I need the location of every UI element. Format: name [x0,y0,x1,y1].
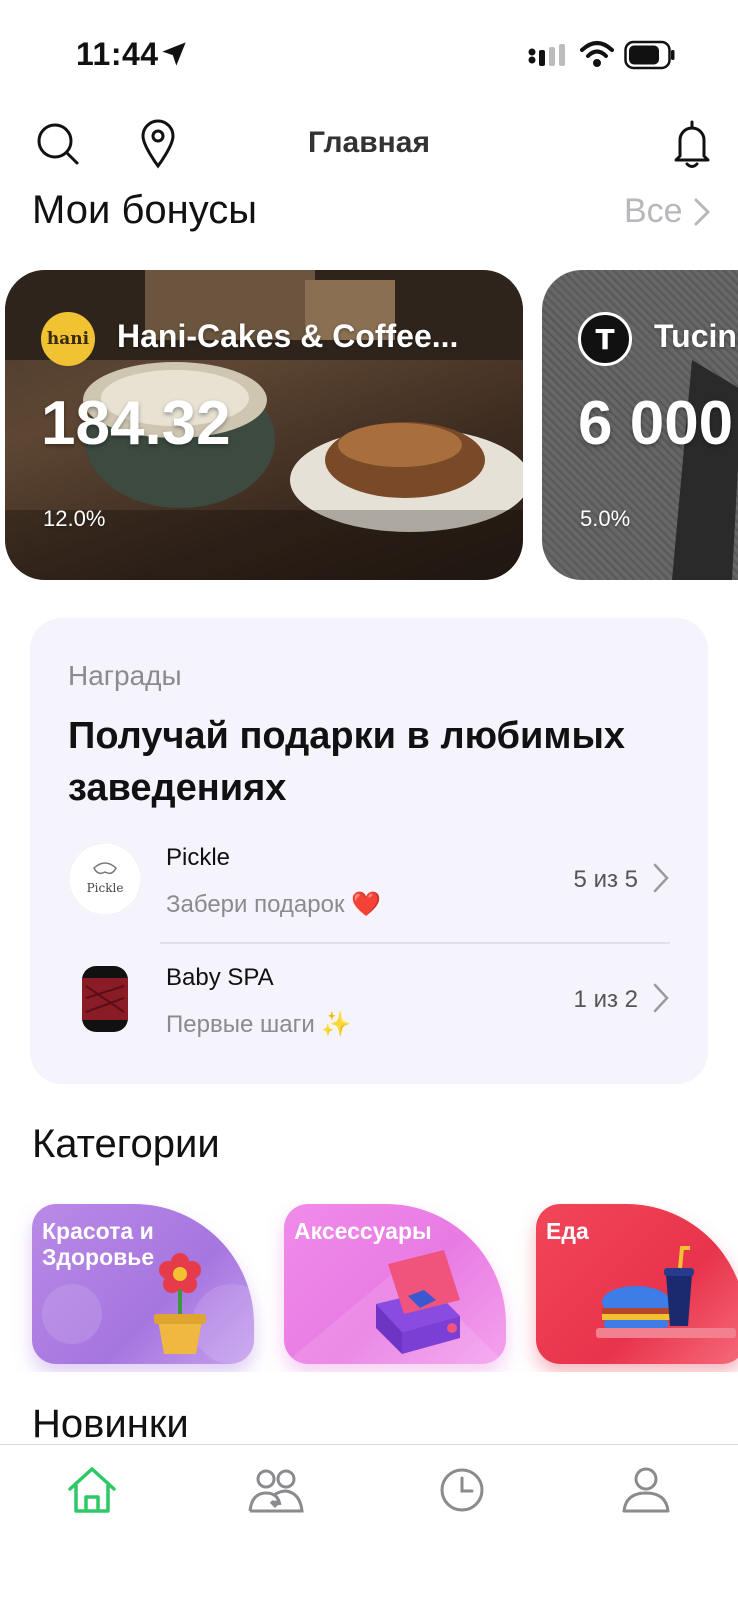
status-bar: 11:44 [0,0,738,100]
bonus-card-name: Hani-Cakes & Coffee... [117,318,459,354]
chevron-right-icon [694,198,710,225]
home-icon [68,1467,116,1513]
reward-item-pickle[interactable]: Pickle Pickle Забери подарок ❤️ 5 из 5 [30,828,708,948]
categories-title: Категории [32,1122,220,1166]
bonus-card-tucin[interactable]: T Tucin 6 000 5.0% [542,270,738,580]
bonuses-title: Мои бонусы [32,188,258,232]
category-label: Аксессуары [294,1218,432,1244]
all-bonuses-link[interactable]: Все [624,192,711,231]
page-title: Главная [307,126,430,159]
reward-subtitle: Забери подарок ❤️ [166,891,382,918]
categories-row[interactable]: Красота и Здоровье Аксессуары Еда [0,1202,738,1372]
tucin-logo: T [578,312,632,366]
hani-logo: hani [41,312,95,366]
reward-progress: 1 из 2 [573,986,638,1013]
reward-name: Pickle [166,844,231,871]
reward-progress: 5 из 5 [573,866,638,893]
bonus-card-percent: 5.0% [580,506,631,531]
wifi-icon [580,41,614,67]
profile-icon [622,1467,670,1513]
bonus-cards-carousel[interactable]: hani Hani-Cakes & Coffee... 184.32 12.0%… [0,270,738,582]
bonus-card-hani[interactable]: hani Hani-Cakes & Coffee... 184.32 12.0% [5,270,523,580]
category-accessories[interactable]: Аксессуары [284,1204,506,1364]
location-arrow-icon [162,42,186,66]
divider [160,942,670,944]
chevron-right-icon [653,983,669,1013]
friends-icon [248,1469,304,1513]
clock-icon [440,1468,484,1512]
bonus-card-value: 6 000 [578,389,734,458]
reward-name: Baby SPA [166,964,274,991]
top-navigation: Главная [0,110,738,180]
tab-home[interactable] [64,1465,120,1515]
category-food[interactable]: Еда [536,1204,738,1364]
all-bonuses-label: Все [624,192,683,230]
cellular-signal-icon [528,44,565,66]
reward-item-baby-spa[interactable]: Baby SPA Первые шаги ✨ 1 из 2 [30,948,708,1068]
battery-icon [624,40,675,70]
rewards-panel: Награды Получай подарки в любимых заведе… [30,618,708,1084]
category-label: Красота и Здоровье [42,1218,155,1270]
status-time: 11:44 [76,36,159,72]
bonus-card-value: 184.32 [41,389,231,458]
tab-profile[interactable] [618,1465,674,1515]
rewards-eyebrow: Награды [68,660,182,691]
chevron-right-icon [653,863,669,893]
pickle-logo-text: Pickle [87,881,124,895]
bonus-card-percent: 12.0% [43,506,106,531]
tab-history[interactable] [434,1465,490,1515]
pickle-logo: Pickle [68,842,142,916]
bonus-card-name: Tucin [654,318,737,354]
tab-friends[interactable] [248,1465,304,1515]
reward-subtitle: Первые шаги ✨ [166,1011,352,1038]
rewards-title: Получай подарки в любимых заведениях [68,715,626,809]
bell-icon[interactable] [672,118,712,170]
news-title: Новинки [32,1402,189,1446]
bottom-tab-bar [0,1444,738,1600]
baby-spa-logo [82,966,128,1032]
category-beauty-health[interactable]: Красота и Здоровье [32,1204,254,1364]
category-label: Еда [546,1218,589,1244]
